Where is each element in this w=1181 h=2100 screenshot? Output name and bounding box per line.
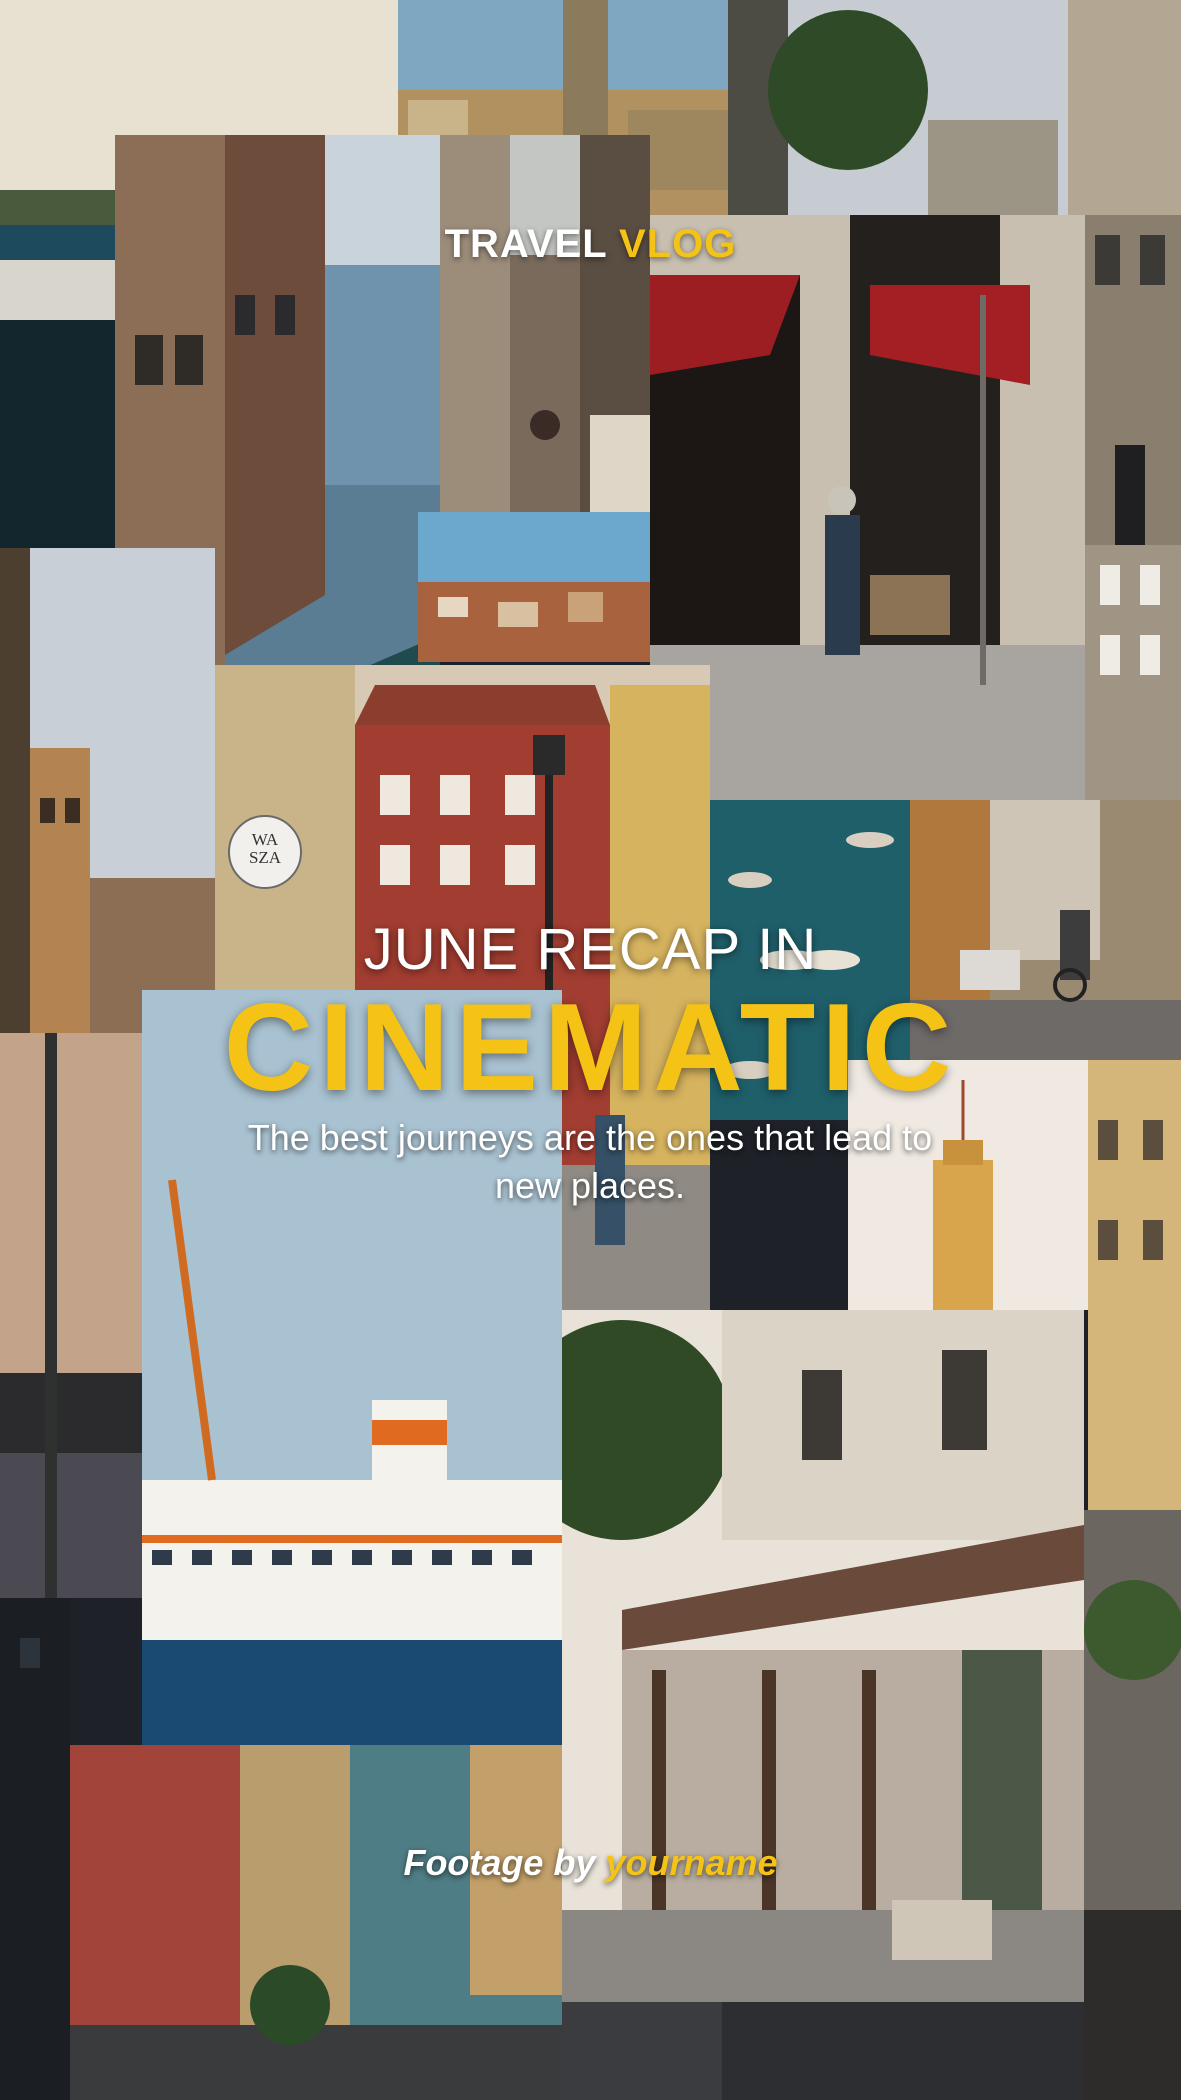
brand-word-travel: TRAVEL (444, 222, 607, 266)
photo-sunset-lamppost (0, 1033, 142, 1598)
photo-bottom-right-street (1084, 1510, 1181, 2100)
photo-street-tree (728, 0, 1181, 215)
highlight-title: CINEMATIC (223, 979, 958, 1117)
subtitle: The best journeys are the ones that lead… (247, 1117, 933, 1206)
credit-name: yourname (605, 1842, 778, 1883)
credit-prefix: Footage by (403, 1842, 596, 1883)
photo-european-street (70, 1745, 562, 2100)
brand-title: TRAVEL VLOG (0, 222, 1181, 267)
photo-old-arcade (562, 1310, 1084, 2002)
brand-word-vlog: VLOG (619, 222, 737, 266)
photo-yellow-building (1088, 1060, 1181, 1510)
sign-line-1: WA (251, 830, 279, 849)
wasza-sign: WA SZA (228, 815, 302, 889)
headline: JUNE RECAP IN (363, 917, 818, 982)
photo-cobblestone (562, 2002, 1084, 2100)
footage-credit: Footage by yourname (0, 1842, 1181, 1884)
sign-line-2: SZA (248, 848, 282, 867)
photo-narrow-alley (440, 135, 650, 515)
photo-coastal-town (418, 512, 650, 662)
photo-storefront-vendor (650, 215, 1085, 800)
photo-right-building (1085, 545, 1181, 805)
